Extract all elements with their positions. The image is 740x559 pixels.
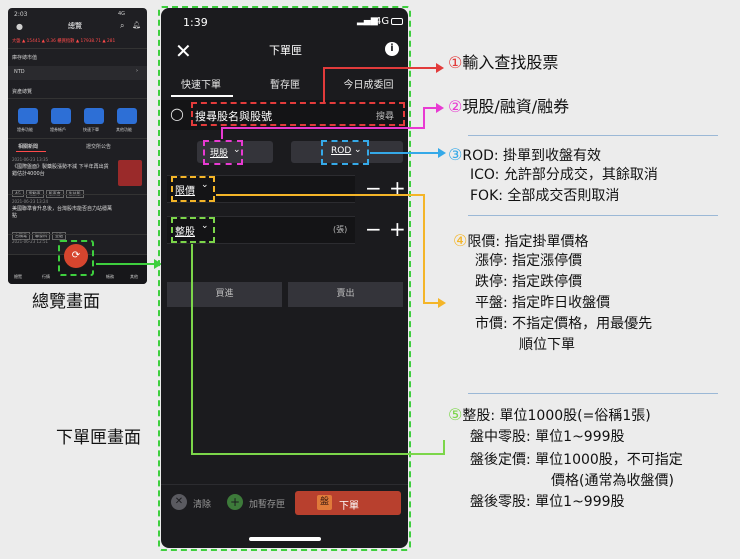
order-tray-label: 下單匣畫面 xyxy=(56,428,141,448)
annotation-5-line-0: 整股: 單位1000股(=俗稱1張) xyxy=(462,408,651,424)
divider xyxy=(468,135,718,136)
annotation-1-number: ① xyxy=(448,53,463,72)
annotation-5-line-4: 盤後零股: 單位1~999股 xyxy=(470,494,625,510)
annotation-3-number: ③ xyxy=(448,145,463,164)
annotation-5-line-1: 盤中零股: 單位1~999股 xyxy=(470,429,625,445)
annotation-5-line-3: 價格(通常為收盤價) xyxy=(551,473,674,489)
annotation-5-number: ⑤ xyxy=(448,405,463,424)
annotation-4-line-0: 限價: 指定掛單價格 xyxy=(467,234,589,250)
annotation-3-line-1: ICO: 允許部分成交，其餘取消 xyxy=(470,167,658,183)
annotation-3-line-2: FOK: 全部成交否則取消 xyxy=(470,188,620,204)
annotation-4-line-5: 順位下單 xyxy=(519,337,575,353)
annotation-2: ②現股/融資/融券 xyxy=(448,96,569,119)
divider xyxy=(468,215,718,216)
annotation-4-line-1: 漲停: 指定漲停價 xyxy=(475,253,583,269)
annotation-1: ①輸入查找股票 xyxy=(448,52,558,75)
annotation-5: ⑤整股: 單位1000股(=俗稱1張) xyxy=(448,404,651,427)
annotation-1-text: 輸入查找股票 xyxy=(462,53,559,72)
annotation-4-line-4: 市價: 不指定價格，用最優先 xyxy=(475,316,653,332)
annotation-4-line-2: 跌停: 指定跌停價 xyxy=(475,274,583,290)
overview-label: 總覽畫面 xyxy=(32,292,100,312)
annotation-2-text: 現股/融資/融券 xyxy=(462,97,570,116)
divider xyxy=(468,393,718,394)
annotation-4: ④限價: 指定掛單價格 xyxy=(453,230,589,253)
annotation-4-number: ④ xyxy=(453,231,468,250)
annotation-2-number: ② xyxy=(448,97,463,116)
annotation-5-line-2: 盤後定價: 單位1000股，不可指定 xyxy=(470,452,683,468)
annotation-3: ③ROD: 掛單到收盤有效 xyxy=(448,144,601,167)
annotation-3-line-0: ROD: 掛單到收盤有效 xyxy=(462,148,602,164)
annotation-4-line-3: 平盤: 指定昨日收盤價 xyxy=(475,295,611,311)
